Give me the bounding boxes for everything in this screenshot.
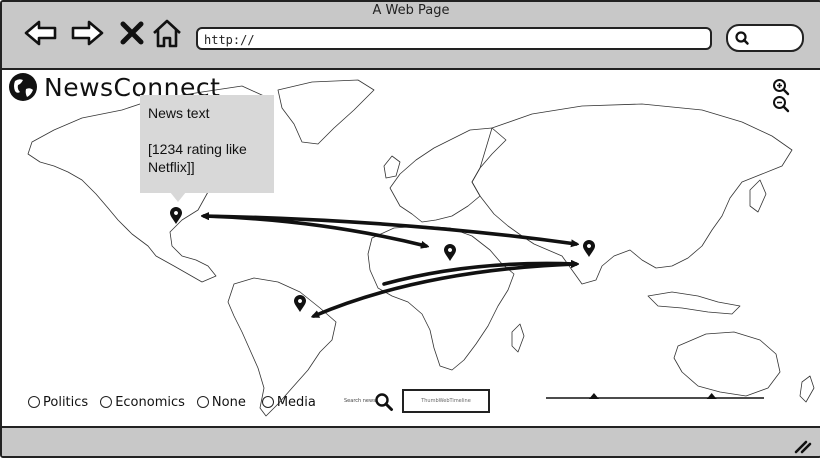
filter-label: Politics <box>43 394 89 410</box>
tooltip-title: News text <box>148 105 210 121</box>
map-pin-icon[interactable] <box>583 240 595 257</box>
zoom-in-icon[interactable] <box>772 78 790 96</box>
search-icon[interactable] <box>374 392 394 412</box>
radio-button[interactable] <box>100 396 113 408</box>
new-zealand-outline <box>799 375 815 403</box>
radio-button[interactable] <box>261 396 274 408</box>
address-bar[interactable] <box>196 27 712 50</box>
europe-outline <box>389 127 507 223</box>
filter-label: Media <box>276 394 316 410</box>
globe-icon <box>9 73 37 101</box>
filter-label: None <box>211 394 246 410</box>
filter-economics[interactable]: Economics <box>100 395 185 410</box>
resize-grip-icon[interactable] <box>794 438 812 454</box>
uk-outline <box>383 155 401 179</box>
news-connections <box>204 216 576 318</box>
close-icon[interactable] <box>116 16 150 50</box>
japan-outline <box>749 179 767 213</box>
radio-button[interactable] <box>196 396 209 408</box>
zoom-out-icon[interactable] <box>772 95 790 113</box>
url-input[interactable] <box>204 33 684 47</box>
greenland-outline <box>277 79 375 145</box>
africa-outline <box>367 225 515 371</box>
arrow-left-icon[interactable] <box>24 16 58 50</box>
australia-outline <box>673 331 781 397</box>
radio-button[interactable] <box>28 396 40 408</box>
home-icon[interactable] <box>150 16 184 50</box>
browser-titlebar: A Web Page <box>2 2 820 70</box>
search-icon <box>735 31 749 45</box>
slider-handle[interactable] <box>706 393 717 399</box>
timeline-slider[interactable] <box>546 388 764 408</box>
map-pin-icon[interactable] <box>294 295 306 312</box>
search-hint: Search news <box>344 398 376 404</box>
filter-none[interactable]: None <box>196 394 246 410</box>
browser-window: A Web Page http:// NewsConnect News text… <box>0 0 820 458</box>
browser-search-box[interactable] <box>726 24 804 52</box>
filter-media[interactable]: Media <box>261 394 316 410</box>
filter-politics[interactable]: Politics <box>28 395 88 410</box>
tooltip-rating-line2: Netflix]] <box>148 159 195 175</box>
madagascar-outline <box>511 323 525 353</box>
arrow-right-icon[interactable] <box>70 16 104 50</box>
world-map[interactable] <box>2 70 820 426</box>
tooltip-rating-line1: [1234 rating like <box>148 141 247 157</box>
asia-outline <box>471 103 793 285</box>
indonesia-outline <box>647 291 741 315</box>
filter-label: Economics <box>115 394 185 410</box>
search-thumbnail[interactable]: ThumbWebTimeline <box>402 389 490 413</box>
slider-handle[interactable] <box>588 393 599 399</box>
map-pin-icon[interactable] <box>444 244 456 261</box>
news-tooltip: News text [1234 rating like Netflix]] <box>140 95 274 193</box>
tooltip-pointer <box>170 192 186 202</box>
category-filters: Politics Economics None Media <box>28 393 328 411</box>
status-bar <box>2 426 820 456</box>
page-content: NewsConnect News text [1234 rating like … <box>2 70 820 426</box>
